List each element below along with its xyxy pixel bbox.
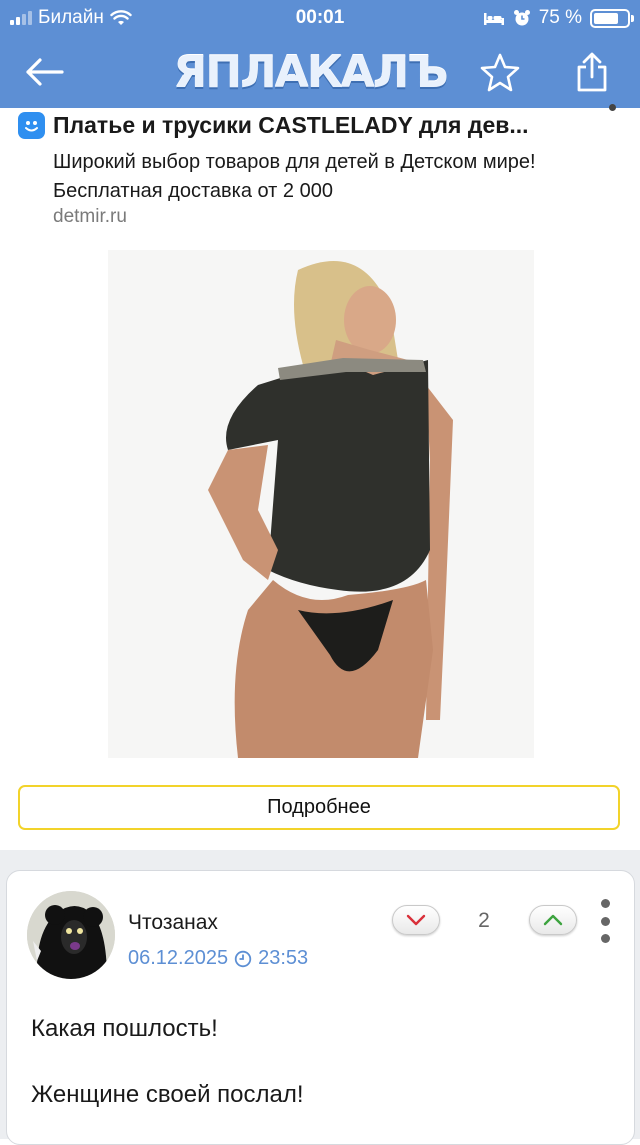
upvote-button[interactable] <box>529 905 577 935</box>
comment-card: Чтозанах 06.12.2025 23:53 2 Какая пошлос… <box>6 870 635 1145</box>
navbar: ЯПЛАКАЛЪ <box>0 36 640 108</box>
ad-menu-dot[interactable] <box>609 104 616 111</box>
comment-date: 06.12.2025 <box>128 947 229 969</box>
comment-rating: 2 <box>478 909 490 932</box>
favorite-button[interactable] <box>478 50 522 94</box>
more-details-button[interactable]: Подробнее <box>18 785 620 830</box>
downvote-button[interactable] <box>392 905 440 935</box>
bed-icon <box>483 13 504 25</box>
battery-icon <box>590 8 634 28</box>
battery-percent: 75 % <box>538 7 582 28</box>
ad-domain[interactable]: detmir.ru <box>53 206 127 228</box>
more-options-icon[interactable] <box>597 899 613 943</box>
back-button[interactable] <box>22 50 66 94</box>
battery-fill <box>594 12 618 24</box>
comment-author[interactable]: Чтозанах <box>128 911 218 935</box>
status-bar: Билайн 00:01 75 % <box>0 0 640 36</box>
chevron-down-icon <box>406 914 426 926</box>
chevron-up-icon <box>543 914 563 926</box>
comment-paragraph: Какая пошлость! <box>31 1015 218 1042</box>
ad-header: Платье и трусики CASTLELADY для дев... <box>18 112 600 139</box>
ad-text-line: Широкий выбор товаров для детей в Детско… <box>53 151 536 173</box>
comment-paragraph: Женщине своей послал! <box>31 1081 304 1108</box>
ad-product-image[interactable] <box>108 250 534 758</box>
site-logo[interactable]: ЯПЛАКАЛЪ <box>160 46 460 98</box>
share-button[interactable] <box>570 50 614 94</box>
comment-meta: 06.12.2025 23:53 <box>128 947 308 970</box>
alarm-icon <box>513 10 530 26</box>
ad-title[interactable]: Платье и трусики CASTLELADY для дев... <box>53 112 529 139</box>
avatar[interactable] <box>27 891 115 979</box>
status-right: 75 % <box>483 7 634 29</box>
smile-icon <box>18 112 45 139</box>
ad-block[interactable]: Платье и трусики CASTLELADY для дев... Ш… <box>0 104 640 850</box>
back-arrow-icon <box>26 58 64 86</box>
ad-text-line: Бесплатная доставка от 2 000 <box>53 180 333 202</box>
ad-description: Широкий выбор товаров для детей в Детско… <box>53 148 633 206</box>
share-icon <box>577 52 607 92</box>
clock-icon <box>234 950 252 967</box>
comment-time: 23:53 <box>258 947 309 969</box>
star-icon <box>480 53 520 92</box>
